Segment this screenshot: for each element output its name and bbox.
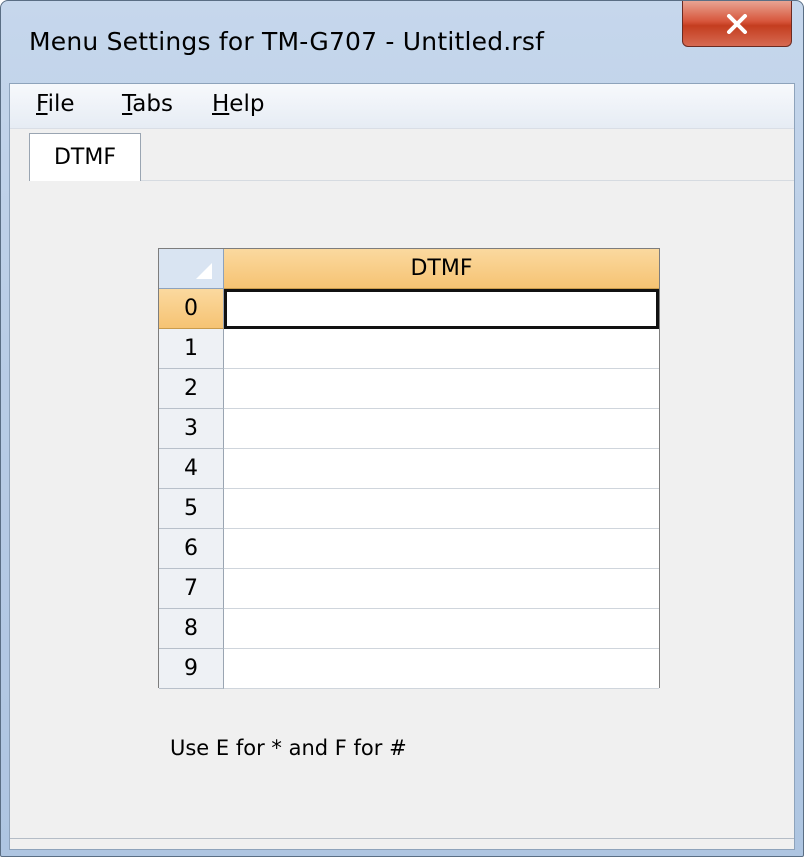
title-bar[interactable]: Menu Settings for TM-G707 - Untitled.rsf <box>1 1 803 83</box>
menu-help[interactable]: Help <box>210 91 266 117</box>
close-icon <box>727 13 747 34</box>
menu-file-accel: F <box>36 91 48 117</box>
row-header[interactable]: 4 <box>159 449 224 489</box>
tab-dtmf[interactable]: DTMF <box>29 133 141 181</box>
table-row: 5 <box>159 489 659 529</box>
menu-help-rest: elp <box>229 91 265 117</box>
table-row: 3 <box>159 409 659 449</box>
tab-panel-border <box>141 180 794 181</box>
dtmf-cell[interactable] <box>224 529 659 569</box>
menu-tabs-rest: abs <box>132 91 173 117</box>
table-row: 4 <box>159 449 659 489</box>
row-header[interactable]: 7 <box>159 569 224 609</box>
row-header[interactable]: 6 <box>159 529 224 569</box>
dtmf-cell[interactable] <box>224 649 659 689</box>
tab-strip: DTMF <box>10 128 794 184</box>
close-button[interactable] <box>682 1 792 47</box>
panel-bottom-border <box>10 838 794 839</box>
table-row: 2 <box>159 369 659 409</box>
column-header-dtmf[interactable]: DTMF <box>224 249 659 289</box>
grid-corner-select-all[interactable] <box>159 249 224 289</box>
menu-help-accel: H <box>212 91 230 117</box>
menu-file[interactable]: File <box>34 91 77 117</box>
menu-bar: File Tabs Help <box>10 84 794 129</box>
dtmf-cell[interactable] <box>224 329 659 369</box>
menu-file-rest: ile <box>47 91 75 117</box>
dtmf-cell[interactable] <box>224 289 659 329</box>
row-header[interactable]: 2 <box>159 369 224 409</box>
row-header[interactable]: 1 <box>159 329 224 369</box>
select-all-icon <box>196 263 212 279</box>
table-row: 0 <box>159 289 659 329</box>
row-header[interactable]: 0 <box>159 289 224 329</box>
dtmf-cell[interactable] <box>224 569 659 609</box>
row-header[interactable]: 3 <box>159 409 224 449</box>
table-row: 1 <box>159 329 659 369</box>
window-title: Menu Settings for TM-G707 - Untitled.rsf <box>29 27 545 56</box>
menu-tabs-accel: T <box>122 91 133 117</box>
table-row: 7 <box>159 569 659 609</box>
dtmf-cell[interactable] <box>224 609 659 649</box>
table-row: 8 <box>159 609 659 649</box>
dtmf-cell[interactable] <box>224 409 659 449</box>
dtmf-cell[interactable] <box>224 369 659 409</box>
dtmf-grid: DTMF 0123456789 <box>158 248 660 689</box>
row-header[interactable]: 8 <box>159 609 224 649</box>
table-row: 9 <box>159 649 659 689</box>
client-area: File Tabs Help DTMF DTMF 0123456789 Use … <box>9 83 795 850</box>
row-header[interactable]: 9 <box>159 649 224 689</box>
dtmf-cell[interactable] <box>224 449 659 489</box>
row-header[interactable]: 5 <box>159 489 224 529</box>
app-window: Menu Settings for TM-G707 - Untitled.rsf… <box>0 0 804 857</box>
dtmf-cell[interactable] <box>224 489 659 529</box>
usage-note: Use E for * and F for # <box>170 736 407 760</box>
menu-tabs[interactable]: Tabs <box>120 91 175 117</box>
table-row: 6 <box>159 529 659 569</box>
